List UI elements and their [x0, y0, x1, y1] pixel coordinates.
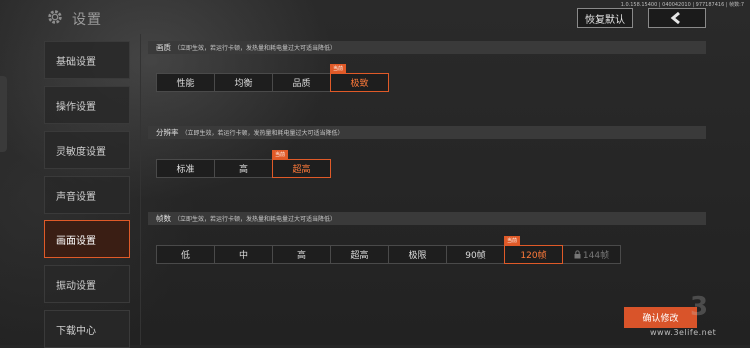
resolution-option-standard[interactable]: 标准 [156, 159, 215, 178]
watermark-text: www.3elife.net [650, 328, 717, 337]
quality-section-header: 画质 （立即生效，若运行卡顿，发热量和耗电量过大可适当降低） [148, 41, 706, 54]
quality-option-extreme[interactable]: 当前 极致 [330, 64, 389, 92]
quality-note: （立即生效，若运行卡顿，发热量和耗电量过大可适当降低） [174, 45, 337, 52]
framerate-section-header: 帧数 （立即生效，若运行卡顿，发热量和耗电量过大可适当降低） [148, 212, 706, 225]
framerate-option-120-label: 120帧 [520, 251, 547, 261]
sidebar-item-graphics[interactable]: 画面设置 [44, 220, 130, 258]
sidebar-item-sound[interactable]: 声音设置 [44, 176, 130, 214]
watermark-logo: 3 [690, 292, 709, 322]
sidebar-item-sensitivity[interactable]: 灵敏度设置 [44, 131, 130, 169]
quality-title: 画质 [156, 43, 171, 52]
framerate-option-90[interactable]: 90帧 [446, 245, 505, 264]
quality-option-performance[interactable]: 性能 [156, 73, 215, 92]
chevron-left-icon [670, 12, 680, 24]
top-bar: 设置 1.0.158.15400 | 040042010 | 977187416… [0, 0, 750, 34]
current-badge: 当前 [330, 64, 347, 73]
framerate-note: （立即生效，若运行卡顿，发热量和耗电量过大可适当降低） [174, 216, 337, 223]
page-title: 设置 [72, 12, 102, 28]
version-info: 1.0.158.15400 | 040042010 | 977187416 | … [620, 2, 744, 8]
framerate-option-medium[interactable]: 中 [214, 245, 273, 264]
framerate-option-120[interactable]: 当前 120帧 [504, 236, 563, 264]
lock-icon [574, 250, 581, 259]
framerate-options: 低 中 高 超高 极限 90帧 当前 120帧 144帧 [156, 236, 621, 264]
quality-options: 性能 均衡 品质 当前 极致 [156, 64, 389, 92]
restore-default-button[interactable]: 恢复默认 [577, 8, 633, 28]
current-badge: 当前 [272, 150, 289, 159]
framerate-option-144: 144帧 [562, 245, 621, 264]
framerate-option-144-label: 144帧 [582, 251, 610, 261]
sidebar-item-download[interactable]: 下载中心 [44, 310, 130, 348]
back-button[interactable] [648, 8, 706, 28]
sidebar-item-vibration[interactable]: 振动设置 [44, 265, 130, 303]
framerate-option-ultra[interactable]: 超高 [330, 245, 389, 264]
resolution-option-ultra[interactable]: 当前 超高 [272, 150, 331, 178]
framerate-title: 帧数 [156, 214, 171, 223]
sidebar-item-basic[interactable]: 基础设置 [44, 41, 130, 79]
resolution-option-ultra-label: 超高 [292, 165, 311, 175]
resolution-options: 标准 高 当前 超高 [156, 150, 331, 178]
resolution-title: 分辨率 [156, 128, 179, 137]
quality-option-extreme-label: 极致 [350, 79, 369, 89]
gear-icon [48, 10, 62, 24]
framerate-option-extreme[interactable]: 极限 [388, 245, 447, 264]
framerate-option-low[interactable]: 低 [156, 245, 215, 264]
confirm-button[interactable]: 确认修改 [624, 307, 697, 328]
framerate-option-high[interactable]: 高 [272, 245, 331, 264]
sidebar-item-controls[interactable]: 操作设置 [44, 86, 130, 124]
resolution-note: （立即生效，若运行卡顿，发热量和耗电量过大可适当降低） [181, 130, 344, 137]
quality-option-balanced[interactable]: 均衡 [214, 73, 273, 92]
current-badge: 当前 [504, 236, 521, 245]
resolution-option-high[interactable]: 高 [214, 159, 273, 178]
quality-option-quality[interactable]: 品质 [272, 73, 331, 92]
divider [140, 34, 141, 345]
sidebar-edge-handle [0, 76, 7, 152]
resolution-section-header: 分辨率 （立即生效，若运行卡顿，发热量和耗电量过大可适当降低） [148, 126, 706, 139]
